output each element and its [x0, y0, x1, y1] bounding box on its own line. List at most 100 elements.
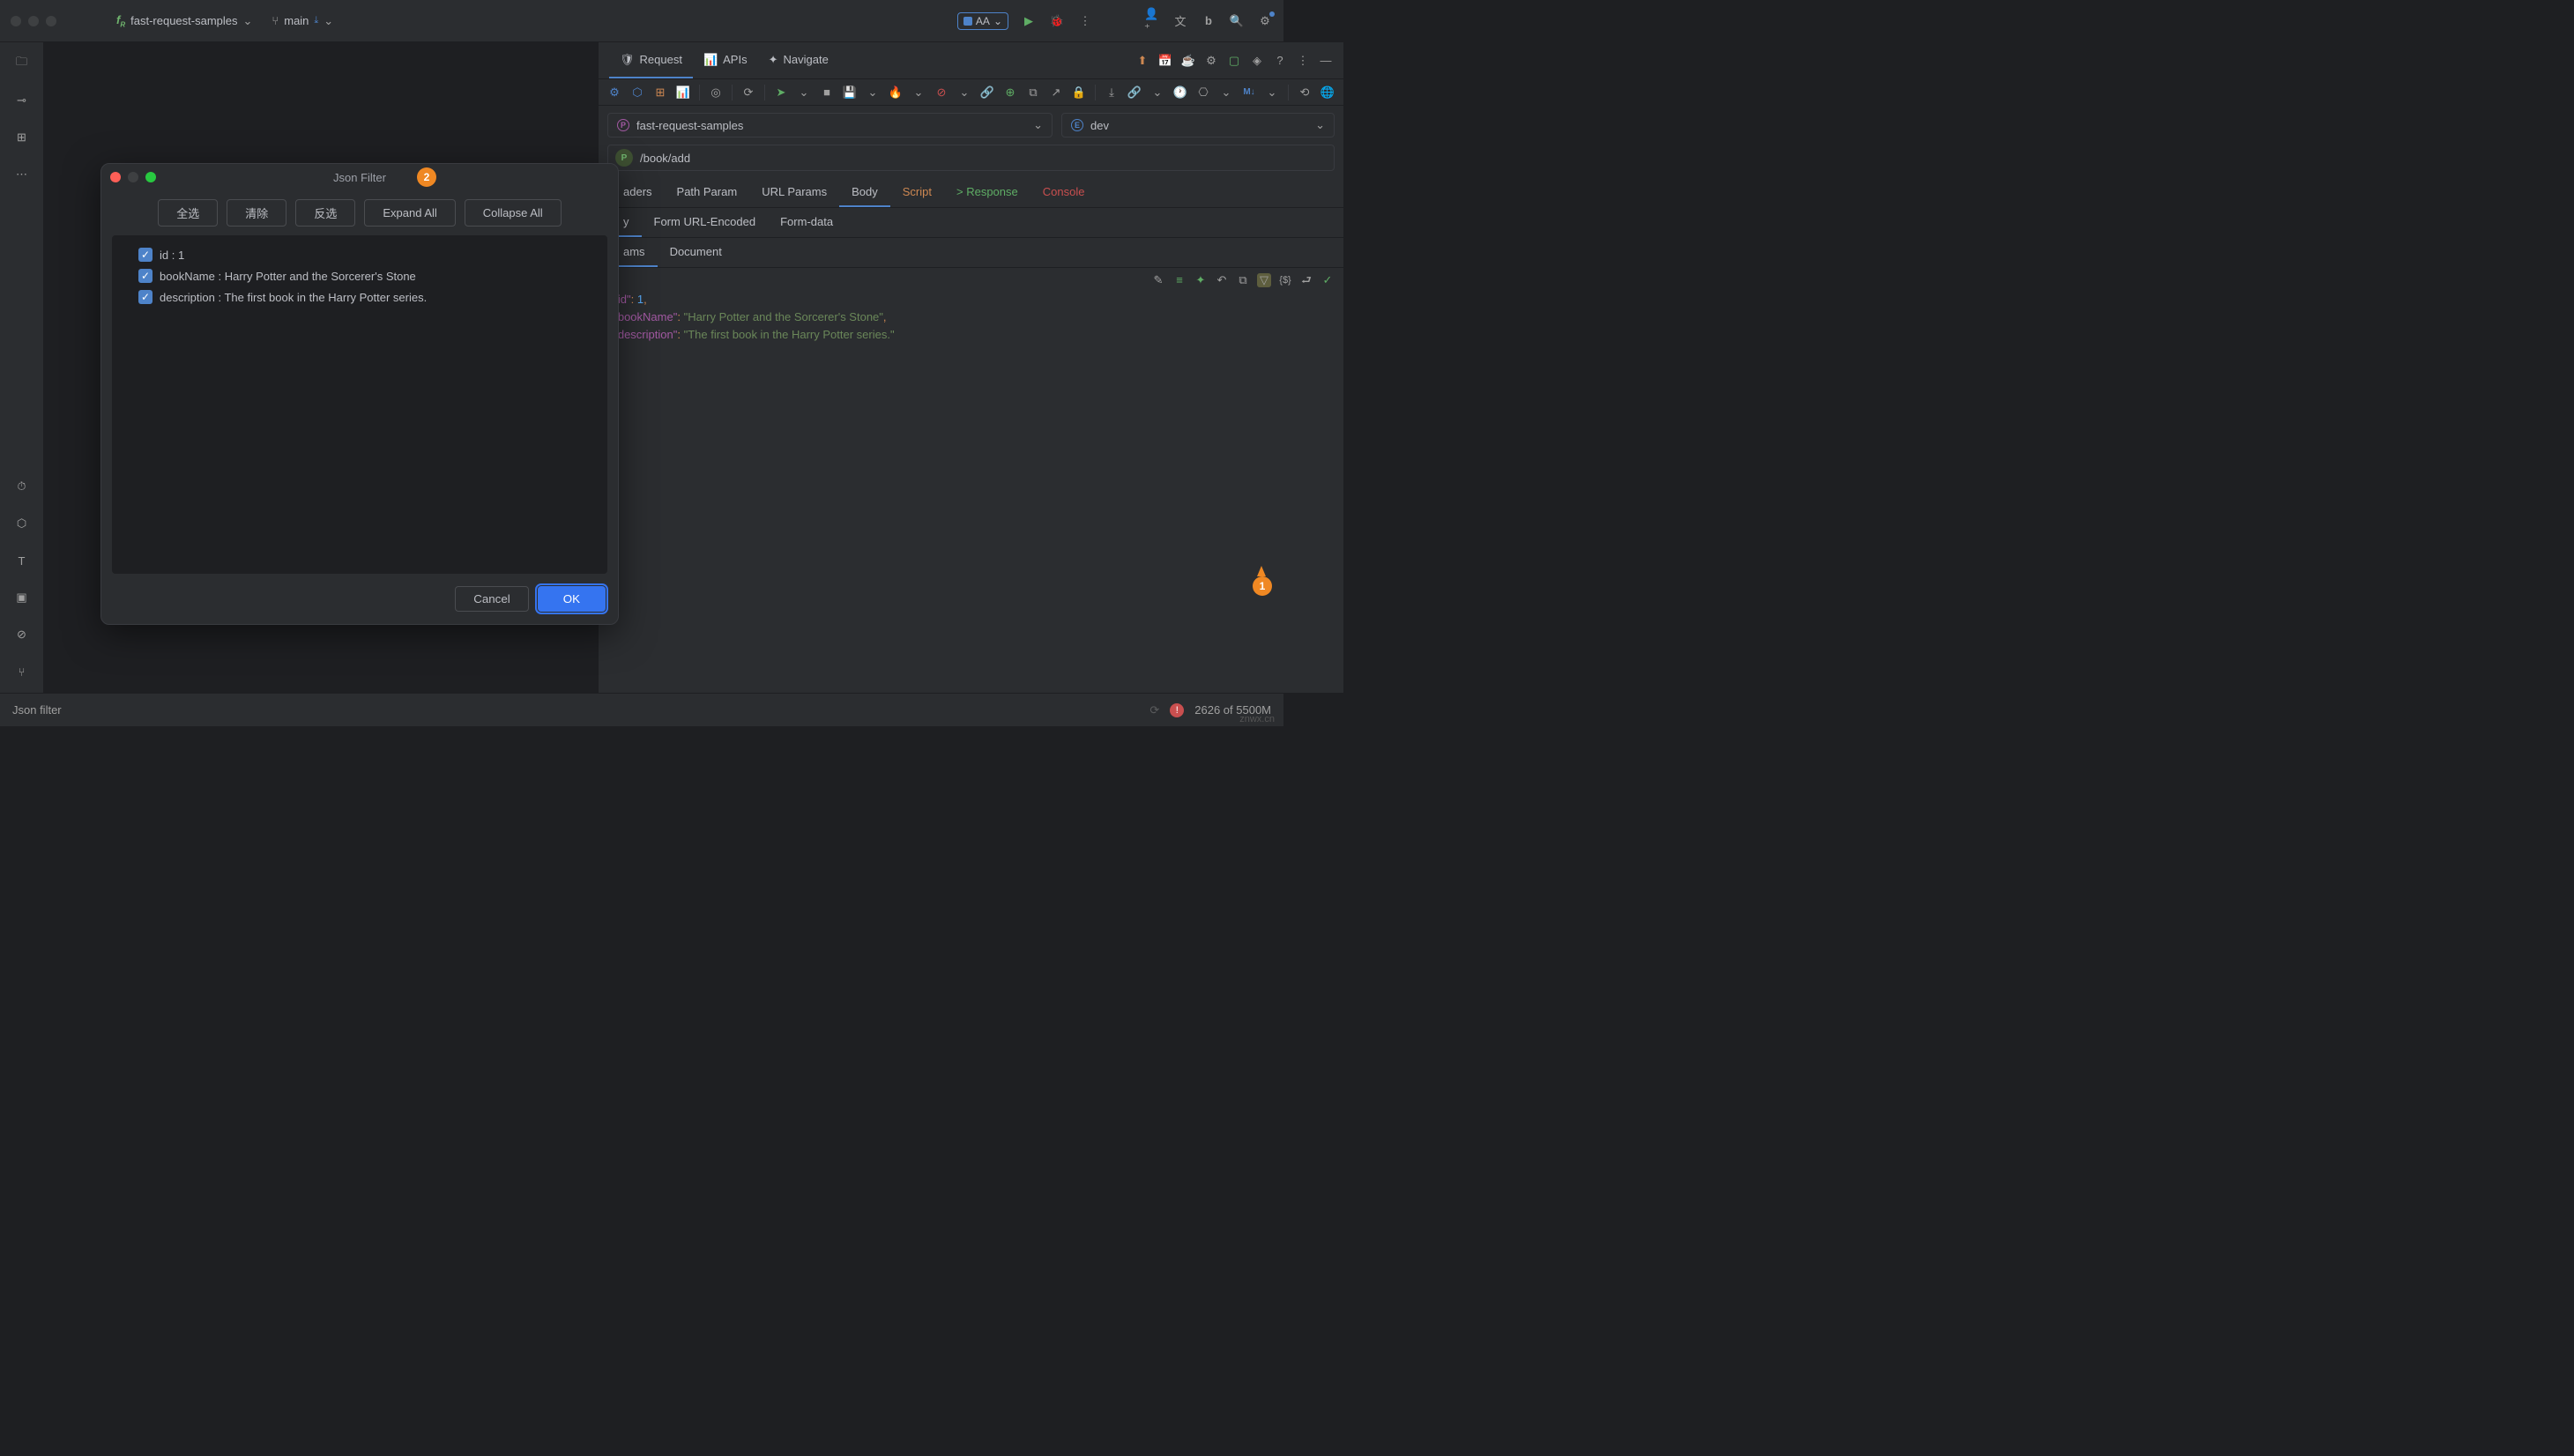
up-icon[interactable]: ⬆	[1135, 54, 1149, 68]
target-icon[interactable]: ◎	[709, 85, 723, 100]
problems-icon[interactable]: ⊘	[13, 626, 31, 643]
more-tools-icon[interactable]: ⋯	[13, 166, 31, 183]
gear-icon[interactable]: ⚙	[1204, 54, 1218, 68]
debug-icon[interactable]: 🐞	[1049, 13, 1065, 29]
text-tool-icon[interactable]: T	[13, 552, 31, 569]
minimize-icon[interactable]: —	[1319, 54, 1333, 68]
ai-icon[interactable]: ✦	[1194, 273, 1208, 287]
tab-request[interactable]: 🛡 Request	[609, 42, 693, 78]
tree-item[interactable]: ✓ id : 1	[138, 244, 581, 265]
tab-pathparam[interactable]: Path Param	[665, 178, 750, 207]
b-icon[interactable]: b	[1201, 13, 1216, 29]
checkbox[interactable]: ✓	[138, 248, 153, 262]
wrap-icon[interactable]: ⮐	[1299, 273, 1313, 287]
chevron-down-icon[interactable]: ⌄	[866, 85, 880, 100]
translate-icon[interactable]: 文	[1172, 13, 1188, 29]
checkbox[interactable]: ✓	[138, 269, 153, 283]
coffee-icon[interactable]: ☕	[1181, 54, 1195, 68]
dialog-minimize[interactable]	[128, 172, 138, 182]
send-icon[interactable]: ➤	[774, 85, 788, 100]
project-dropdown[interactable]: fR fast-request-samples ⌄	[109, 10, 259, 33]
check-icon[interactable]: ✓	[1320, 273, 1335, 287]
font-size-control[interactable]: AA ⌄	[957, 12, 1008, 30]
disable-icon[interactable]: ⊘	[934, 85, 949, 100]
git-icon[interactable]: ⑂	[13, 663, 31, 680]
dialog-close[interactable]	[110, 172, 121, 182]
save-icon[interactable]: 💾	[843, 85, 857, 100]
sync-icon[interactable]: ⟲	[1298, 85, 1312, 100]
stop-icon[interactable]: ■	[820, 85, 834, 100]
checkbox[interactable]: ✓	[138, 290, 153, 304]
github-icon[interactable]: ⎔	[1196, 85, 1210, 100]
collapse-all-button[interactable]: Collapse All	[465, 199, 562, 227]
chevron-down-icon[interactable]: ⌄	[797, 85, 811, 100]
structure-tool-icon[interactable]: ⊞	[13, 129, 31, 146]
markdown-icon[interactable]: M↓	[1242, 85, 1256, 100]
copy-json-icon[interactable]: ⧉	[1236, 273, 1250, 287]
url-bar[interactable]: P /book/add	[607, 145, 1335, 171]
grid-icon[interactable]: ⊞	[653, 85, 667, 100]
refresh-icon[interactable]: ⟳	[741, 85, 755, 100]
tab-form-urlencoded[interactable]: Form URL-Encoded	[642, 208, 769, 237]
tab-navigate[interactable]: ✦ Navigate	[758, 42, 839, 78]
green-box-icon[interactable]: ▢	[1227, 54, 1241, 68]
cancel-button[interactable]: Cancel	[455, 586, 529, 612]
minimize-window[interactable]	[28, 16, 39, 26]
tree-item[interactable]: ✓ description : The first book in the Ha…	[138, 286, 581, 308]
env-select[interactable]: E dev ⌄	[1061, 113, 1335, 137]
chevron-down-icon[interactable]: ⌄	[1265, 85, 1279, 100]
tree-item[interactable]: ✓ bookName : Harry Potter and the Sorcer…	[138, 265, 581, 286]
layers-icon[interactable]: ◈	[1250, 54, 1264, 68]
invert-button[interactable]: 反选	[295, 199, 355, 227]
undo-icon[interactable]: ↶	[1215, 273, 1229, 287]
nav-icon[interactable]: ↗	[1049, 85, 1063, 100]
dialog-zoom[interactable]	[145, 172, 156, 182]
stats-icon[interactable]: 📊	[676, 85, 690, 100]
hex-icon[interactable]: ⬡	[630, 85, 644, 100]
clear-button[interactable]: 清除	[227, 199, 286, 227]
globe-icon[interactable]: 🌐	[1320, 85, 1335, 100]
braces-icon[interactable]: {$}	[1278, 273, 1292, 287]
history-icon[interactable]: 🕐	[1173, 85, 1187, 100]
tab-script[interactable]: Script	[890, 178, 944, 207]
chevron-down-icon[interactable]: ⌄	[957, 85, 971, 100]
gear-sm-icon[interactable]: ⚙	[607, 85, 621, 100]
select-all-button[interactable]: 全选	[158, 199, 218, 227]
tab-console[interactable]: Console	[1030, 178, 1097, 207]
close-window[interactable]	[11, 16, 21, 26]
ok-button[interactable]: OK	[538, 586, 606, 612]
tab-document[interactable]: Document	[658, 238, 734, 267]
profiler-icon[interactable]: ⏱	[13, 478, 31, 495]
more-icon[interactable]: ⋮	[1296, 54, 1310, 68]
tab-response[interactable]: > Response	[944, 178, 1030, 207]
lock-icon[interactable]: 🔒	[1072, 85, 1086, 100]
edit-icon[interactable]: ✎	[1151, 273, 1165, 287]
filter-icon[interactable]: ▽	[1257, 273, 1271, 287]
tab-form-data[interactable]: Form-data	[768, 208, 845, 237]
expand-all-button[interactable]: Expand All	[364, 199, 455, 227]
project-select[interactable]: P fast-request-samples ⌄	[607, 113, 1053, 137]
tab-apis[interactable]: 📊 APIs	[693, 42, 758, 78]
calendar-icon[interactable]: 📅	[1158, 54, 1172, 68]
search-icon[interactable]: 🔍	[1229, 13, 1245, 29]
commit-tool-icon[interactable]: ⊸	[13, 92, 31, 109]
more-icon[interactable]: ⋮	[1077, 13, 1093, 29]
vcs-branch[interactable]: ⑂ main ⤓ ⌄	[272, 14, 333, 28]
chevron-down-icon[interactable]: ⌄	[911, 85, 926, 100]
chevron-down-icon[interactable]: ⌄	[1219, 85, 1233, 100]
zoom-window[interactable]	[46, 16, 56, 26]
link-icon[interactable]: 🔗	[980, 85, 994, 100]
format-icon[interactable]: ≡	[1172, 273, 1187, 287]
json-editor[interactable]: ✎ ≡ ✦ ↶ ⧉ ▽ {$} ⮐ ✓ { "id": 1, "bookName…	[599, 268, 1343, 693]
project-tool-icon[interactable]: 🗀	[13, 55, 31, 72]
copy-icon[interactable]: ⧉	[1026, 85, 1040, 100]
error-icon[interactable]: !	[1170, 703, 1184, 717]
terminal-icon[interactable]: ▣	[13, 589, 31, 606]
services-icon[interactable]: ⬡	[13, 515, 31, 532]
tab-urlparams[interactable]: URL Params	[749, 178, 839, 207]
chevron-down-icon[interactable]: ⌄	[1150, 85, 1164, 100]
link2-icon[interactable]: 🔗	[1127, 85, 1142, 100]
settings-icon[interactable]: ⚙	[1257, 13, 1273, 29]
import-icon[interactable]: ⤓	[1105, 85, 1119, 100]
help-icon[interactable]: ?	[1273, 54, 1287, 68]
